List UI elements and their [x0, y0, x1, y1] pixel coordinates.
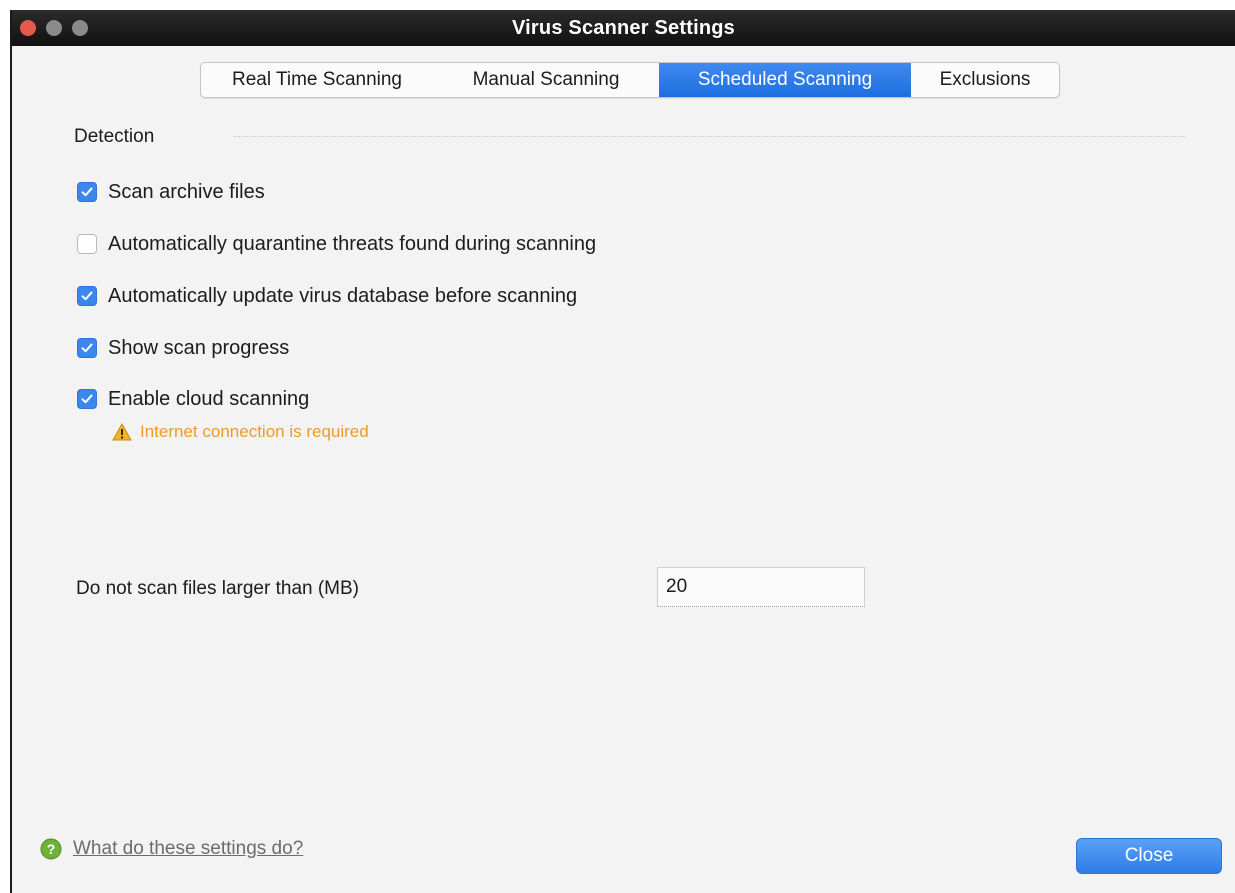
option-label: Show scan progress — [108, 336, 290, 359]
option-enable-cloud-scanning[interactable]: Enable cloud scanning — [77, 386, 309, 412]
warning-triangle-icon — [112, 423, 132, 441]
help-link[interactable]: What do these settings do? — [73, 838, 303, 860]
window-maximize-button[interactable] — [72, 20, 88, 36]
title-bar[interactable]: Virus Scanner Settings — [12, 10, 1235, 46]
checkmark-icon — [81, 343, 93, 353]
window-close-button[interactable] — [20, 20, 36, 36]
checkbox-scan-archive-files[interactable] — [77, 182, 97, 202]
settings-window: Virus Scanner Settings Real Time Scannin… — [10, 10, 1235, 893]
option-scan-archive-files[interactable]: Scan archive files — [77, 179, 265, 205]
checkbox-show-scan-progress[interactable] — [77, 338, 97, 358]
section-divider — [234, 136, 1186, 137]
option-label: Automatically quarantine threats found d… — [108, 232, 597, 255]
checkbox-enable-cloud-scanning[interactable] — [77, 389, 97, 409]
option-label: Enable cloud scanning — [108, 387, 310, 410]
option-label: Scan archive files — [108, 180, 265, 203]
window-minimize-button[interactable] — [46, 20, 62, 36]
checkmark-icon — [81, 187, 93, 197]
help-circle-icon: ? — [40, 838, 62, 860]
max-file-size-label: Do not scan files larger than (MB) — [76, 578, 360, 599]
svg-text:?: ? — [47, 841, 56, 857]
checkbox-auto-quarantine[interactable] — [77, 234, 97, 254]
tab-scheduled-scanning[interactable]: Scheduled Scanning — [659, 63, 911, 97]
help-link-row[interactable]: ? What do these settings do? — [40, 838, 303, 860]
checkmark-icon — [81, 291, 93, 301]
tab-manual-scanning[interactable]: Manual Scanning — [433, 63, 659, 97]
checkmark-icon — [81, 394, 93, 404]
close-button[interactable]: Close — [1076, 838, 1222, 874]
tab-exclusions[interactable]: Exclusions — [911, 63, 1059, 97]
window-controls — [20, 20, 88, 36]
window-title: Virus Scanner Settings — [512, 16, 735, 39]
cloud-warning: Internet connection is required — [112, 422, 369, 442]
warning-text: Internet connection is required — [140, 422, 369, 441]
section-title-detection: Detection — [74, 126, 155, 147]
option-auto-update-database[interactable]: Automatically update virus database befo… — [77, 283, 577, 309]
option-auto-quarantine[interactable]: Automatically quarantine threats found d… — [77, 231, 596, 257]
option-label: Automatically update virus database befo… — [108, 284, 578, 307]
tab-bar: Real Time Scanning Manual Scanning Sched… — [200, 62, 1060, 98]
option-show-scan-progress[interactable]: Show scan progress — [77, 335, 289, 361]
tab-real-time-scanning[interactable]: Real Time Scanning — [201, 63, 433, 97]
checkbox-auto-update-database[interactable] — [77, 286, 97, 306]
max-file-size-input[interactable] — [657, 567, 865, 607]
